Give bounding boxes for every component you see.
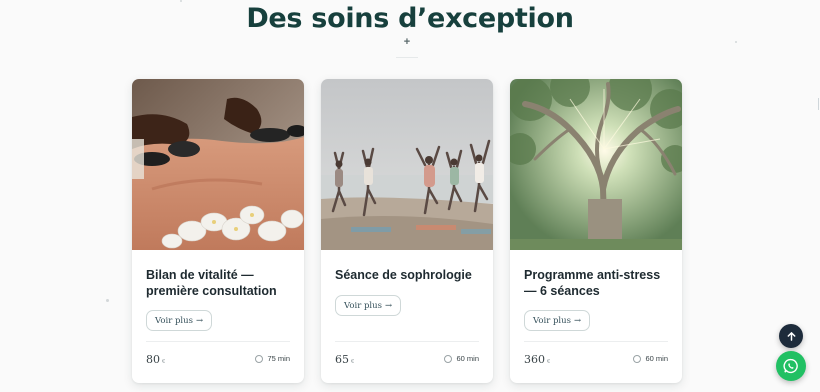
background-dot [106,299,109,302]
button-label: Voir plus [155,315,193,326]
clock-icon [444,354,453,363]
section-title: Des soins d’exception [246,3,574,34]
scroll-to-top-button[interactable] [779,324,803,348]
card-title-line: Séance de sophrologie [335,268,472,282]
card-divider [524,341,668,342]
service-card: Séance de sophrologie Voir plus → 65 € 60… [321,79,493,383]
arrow-right-icon: → [195,315,204,326]
currency: € [547,359,551,365]
whatsapp-icon [783,358,798,374]
card-title-line: Programme anti-stress [524,268,661,282]
edge-scroll-hint [818,98,819,110]
card-title-line: Bilan de vitalité — [146,268,254,282]
giant-tree-sunlight-photo [510,79,682,250]
duration: 75 min [255,354,290,363]
price: 65 € [335,353,355,366]
hot-stone-massage-photo [132,79,304,250]
whatsapp-button[interactable] [776,351,806,381]
voir-plus-button[interactable]: Voir plus → [146,310,213,331]
price-value: 65 [335,353,349,366]
background-dot [735,41,737,43]
card-title-line: première consultation [146,284,277,298]
voir-plus-button[interactable]: Voir plus → [335,295,402,316]
arrow-right-icon: → [384,300,393,311]
service-card: Bilan de vitalité — première consultatio… [132,79,304,383]
currency: € [162,359,166,365]
card-title: Séance de sophrologie [335,267,483,283]
service-card: Programme anti-stress — 6 séances Voir p… [510,79,682,383]
button-label: Voir plus [533,315,571,326]
price-value: 80 [146,353,160,366]
arrow-right-icon: → [573,315,582,326]
card-title: Programme anti-stress — 6 séances [524,267,672,299]
card-divider [146,341,290,342]
card-title-line: — 6 séances [524,284,600,298]
background-dot [180,0,182,2]
duration-value: 60 min [456,354,479,363]
beach-yoga-group-photo [321,79,493,250]
card-title: Bilan de vitalité — première consultatio… [146,267,294,299]
duration: 60 min [444,354,479,363]
price-value: 360 [524,353,545,366]
title-ornament: + [403,36,411,48]
arrow-up-icon [787,331,795,341]
duration-value: 75 min [267,354,290,363]
currency: € [351,359,355,365]
price: 80 € [146,353,166,366]
card-divider [335,341,479,342]
duration-value: 60 min [645,354,668,363]
button-label: Voir plus [344,300,382,311]
title-divider [396,57,418,58]
voir-plus-button[interactable]: Voir plus → [524,310,591,331]
clock-icon [633,354,642,363]
price: 360 € [524,353,551,366]
duration: 60 min [633,354,668,363]
clock-icon [255,354,264,363]
